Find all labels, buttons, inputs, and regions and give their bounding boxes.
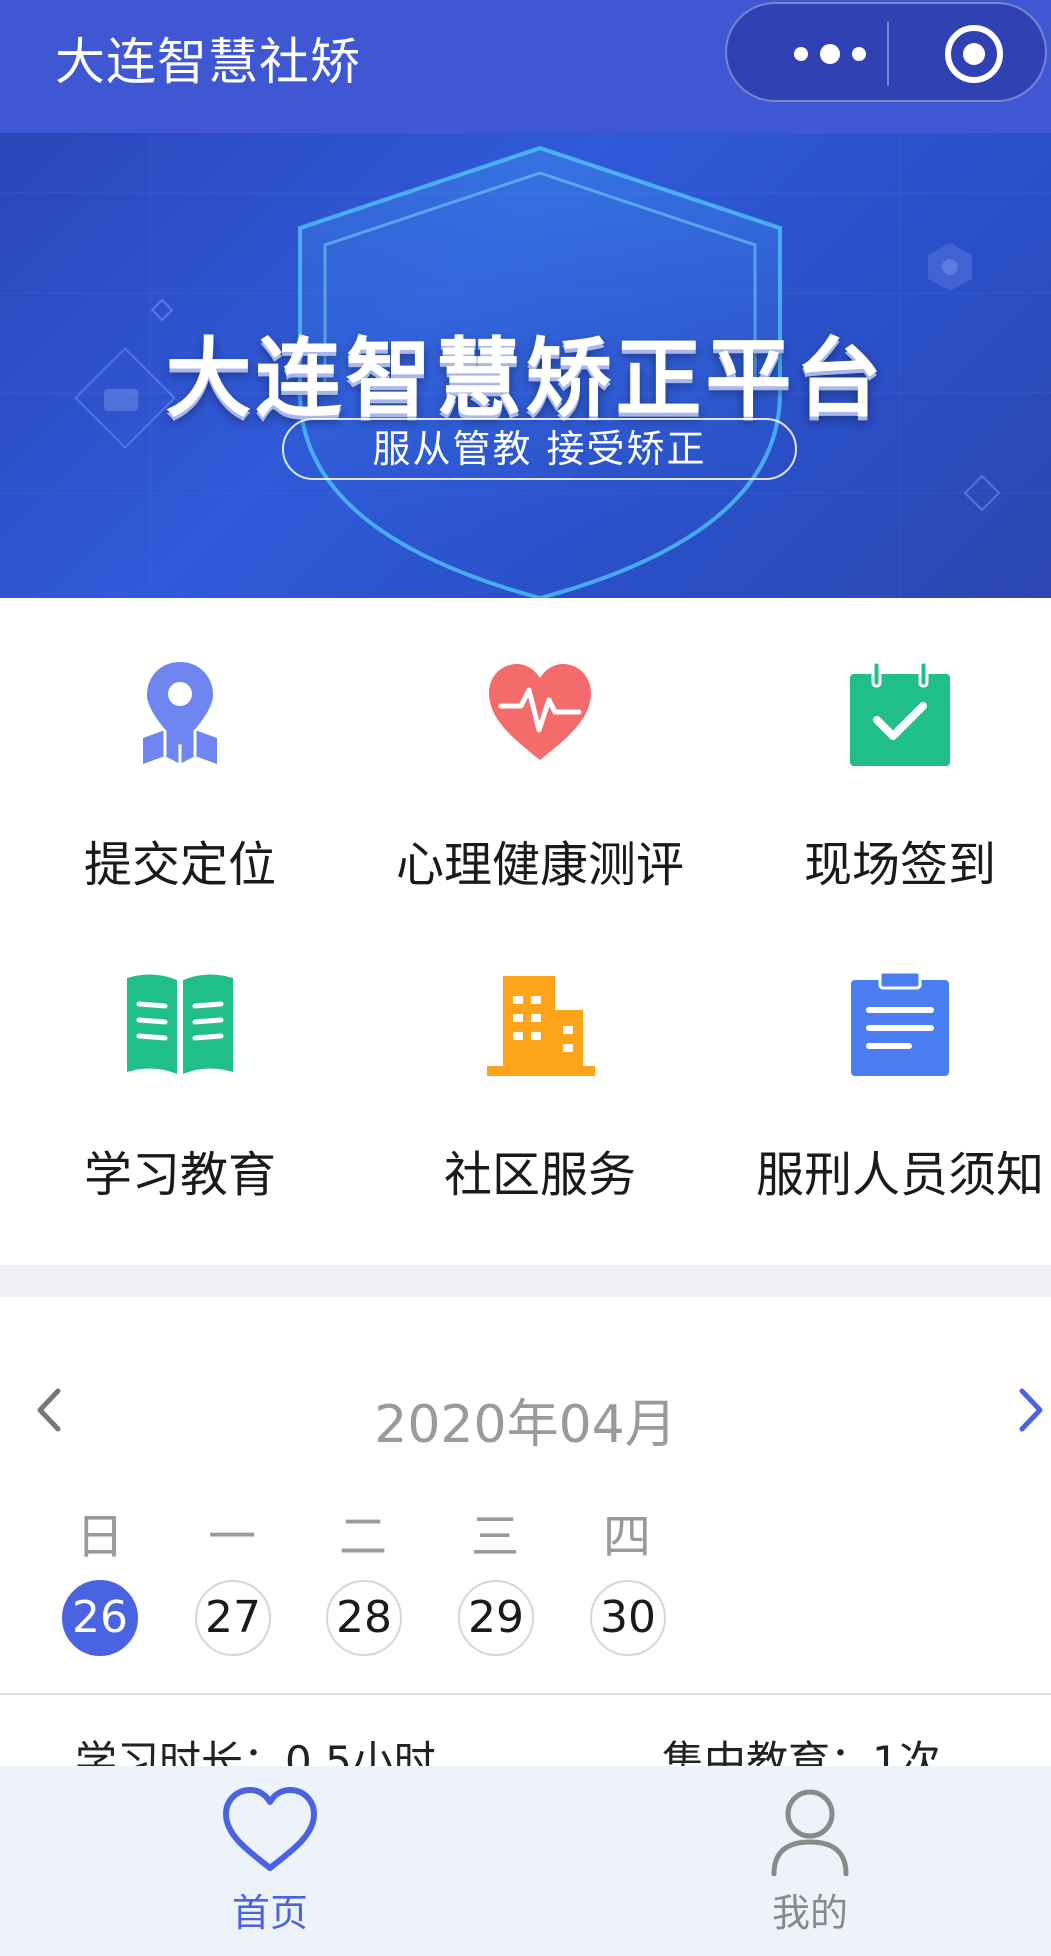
banner-title: 大连智慧矫正平台 bbox=[165, 329, 886, 429]
user-profile-icon bbox=[771, 1789, 849, 1876]
grid-label: 社区服务 bbox=[443, 1147, 636, 1203]
banner-slogan: 服从管教 接受矫正 bbox=[282, 418, 797, 480]
section-divider bbox=[0, 1265, 1051, 1297]
calendar-divider bbox=[0, 1693, 1051, 1695]
more-dots-icon[interactable] bbox=[775, 37, 885, 71]
weekday-label: 日 bbox=[75, 1509, 124, 1565]
weekday-label: 三 bbox=[470, 1509, 519, 1565]
weekday-label: 二 bbox=[338, 1509, 387, 1565]
grid-label: 提交定位 bbox=[83, 837, 276, 893]
next-month-arrow-icon[interactable] bbox=[1010, 1385, 1050, 1435]
capsule-divider bbox=[887, 22, 889, 86]
calendar-day[interactable]: 27 bbox=[195, 1580, 271, 1656]
bottom-tab-bar: 首页 我的 bbox=[0, 1766, 1051, 1956]
calendar-day[interactable]: 30 bbox=[590, 1580, 666, 1656]
tab-mine[interactable]: 我的 bbox=[660, 1766, 960, 1956]
calendar-day[interactable]: 28 bbox=[326, 1580, 402, 1656]
grid-label: 现场签到 bbox=[803, 837, 996, 893]
mini-program-capsule bbox=[725, 2, 1047, 102]
weekday-label: 一 bbox=[207, 1509, 256, 1565]
grid-label: 学习教育 bbox=[83, 1147, 276, 1203]
clipboard-icon bbox=[851, 970, 949, 1076]
calendar-check-icon bbox=[850, 660, 950, 766]
heart-home-icon bbox=[223, 1787, 317, 1871]
calendar-day-selected[interactable]: 26 bbox=[62, 1580, 138, 1656]
heart-pulse-icon bbox=[489, 664, 591, 760]
tab-home-label: 首页 bbox=[231, 1891, 308, 1935]
tab-home[interactable]: 首页 bbox=[120, 1766, 420, 1956]
book-icon bbox=[127, 974, 233, 1074]
grid-label: 心理健康测评 bbox=[395, 837, 684, 893]
building-icon bbox=[487, 976, 595, 1076]
calendar-day[interactable]: 29 bbox=[458, 1580, 534, 1656]
grid-label: 服刑人员须知 bbox=[755, 1147, 1044, 1203]
app-title: 大连智慧社矫 bbox=[55, 33, 361, 91]
location-map-icon bbox=[143, 662, 217, 764]
tab-mine-label: 我的 bbox=[771, 1891, 848, 1935]
weekday-label: 四 bbox=[602, 1509, 651, 1565]
hero-banner: 大连智慧矫正平台 服从管教 接受矫正 bbox=[0, 133, 1051, 598]
top-bar: 大连智慧社矫 bbox=[0, 0, 1051, 133]
close-target-icon[interactable] bbox=[942, 22, 1006, 86]
calendar-month-title: 2020年04月 bbox=[374, 1395, 677, 1455]
